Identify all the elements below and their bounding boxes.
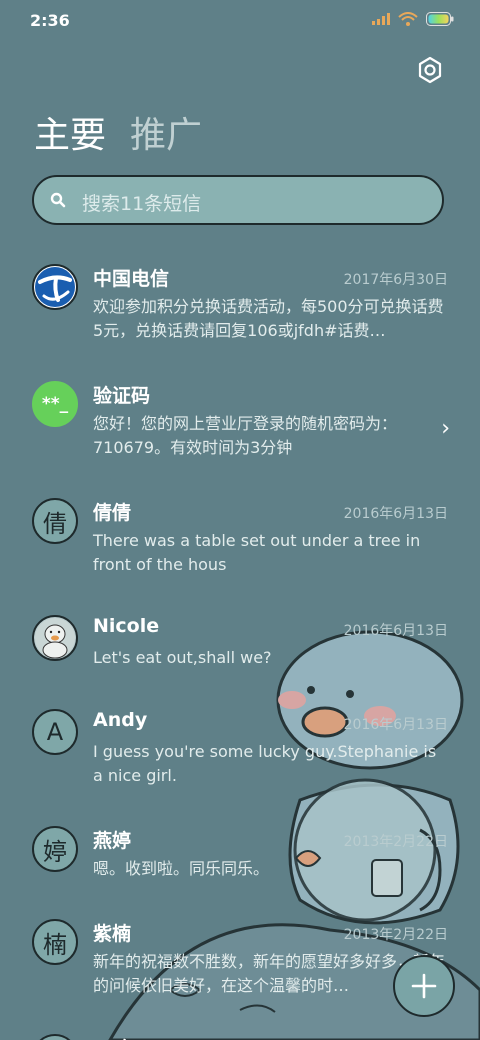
message-preview: 新年的祝福数不胜数，新年的愿望好多好多，新年的问候依旧美好，在这个温馨的时… [93,952,446,995]
avatar: A [32,709,78,755]
message-date: 2013年2月22日 [343,927,448,943]
settings-gear-icon[interactable] [416,56,444,84]
duck-photo-icon [35,618,75,659]
message-row[interactable]: 子玲 [0,1020,480,1040]
search-icon [50,192,66,208]
search-placeholder: 搜索11条短信 [82,193,202,215]
status-icons [372,12,454,26]
message-row[interactable]: 中国电信 2017年6月30日 欢迎参加积分兑换话费活动，每500分可兑换话费5… [0,250,480,360]
contact-name: 倩倩 [93,502,132,524]
contact-name: 中国电信 [93,268,170,290]
avatar: 婷 [32,826,78,872]
contact-name: 紫楠 [93,923,132,945]
message-date: 2017年6月30日 [343,272,448,288]
message-date: 2013年2月22日 [343,834,448,850]
status-bar: 2:36 [0,0,480,40]
avatar [32,1034,78,1040]
avatar [32,615,78,661]
status-time: 2:36 [30,11,70,30]
message-row[interactable]: 倩 倩倩 2016年6月13日 There was a table set ou… [0,484,480,594]
avatar: **_ [32,381,78,427]
message-preview: 嗯。收到啦。同乐同乐。 [93,859,270,878]
message-preview: There was a table set out under a tree i… [93,531,421,574]
message-preview: 您好！您的网上营业厅登录的随机密码为：710679。有效时间为3分钟 [93,414,398,457]
avatar-letter: 楠 [43,930,67,959]
message-date: 2016年6月13日 [343,506,448,522]
china-telecom-logo-icon [35,267,75,307]
avatar-letter: 婷 [43,837,67,866]
contact-name: Andy [93,709,148,731]
message-row[interactable]: **_ 验证码 您好！您的网上营业厅登录的随机密码为：710679。有效时间为3… [0,367,480,477]
message-date: 2016年6月13日 [343,623,448,639]
message-date: 2016年6月13日 [343,717,448,733]
contact-name: 子玲 [93,1034,131,1040]
compose-button[interactable] [393,955,455,1017]
avatar-text: **_ [41,394,69,414]
wifi-icon [398,12,418,26]
plus-icon [411,973,437,999]
contact-name: 燕婷 [93,830,132,852]
message-preview: Let's eat out,shall we? [93,648,272,667]
avatar [32,264,78,310]
avatar: 倩 [32,498,78,544]
chevron-right-icon[interactable]: › [441,416,450,441]
avatar-letter: A [46,718,64,746]
message-preview: 欢迎参加积分兑换话费活动，每500分可兑换话费5元，兑换话费请回复106或jfd… [93,297,444,340]
message-row[interactable]: A Andy 2016年6月13日 I guess you're some lu… [0,695,480,805]
avatar-letter: 倩 [43,509,67,538]
tab-primary[interactable]: 主要 [34,106,106,158]
search-bar[interactable]: 搜索11条短信 [32,175,444,225]
tab-bar: 主要 推广 [34,106,202,158]
message-preview: I guess you're some lucky guy.Stephanie … [93,742,437,785]
contact-name: 验证码 [93,385,151,407]
signal-icon [372,13,390,25]
battery-icon [426,12,454,26]
tab-promotions[interactable]: 推广 [130,106,202,158]
contact-name: Nicole [93,615,160,637]
avatar: 楠 [32,919,78,965]
